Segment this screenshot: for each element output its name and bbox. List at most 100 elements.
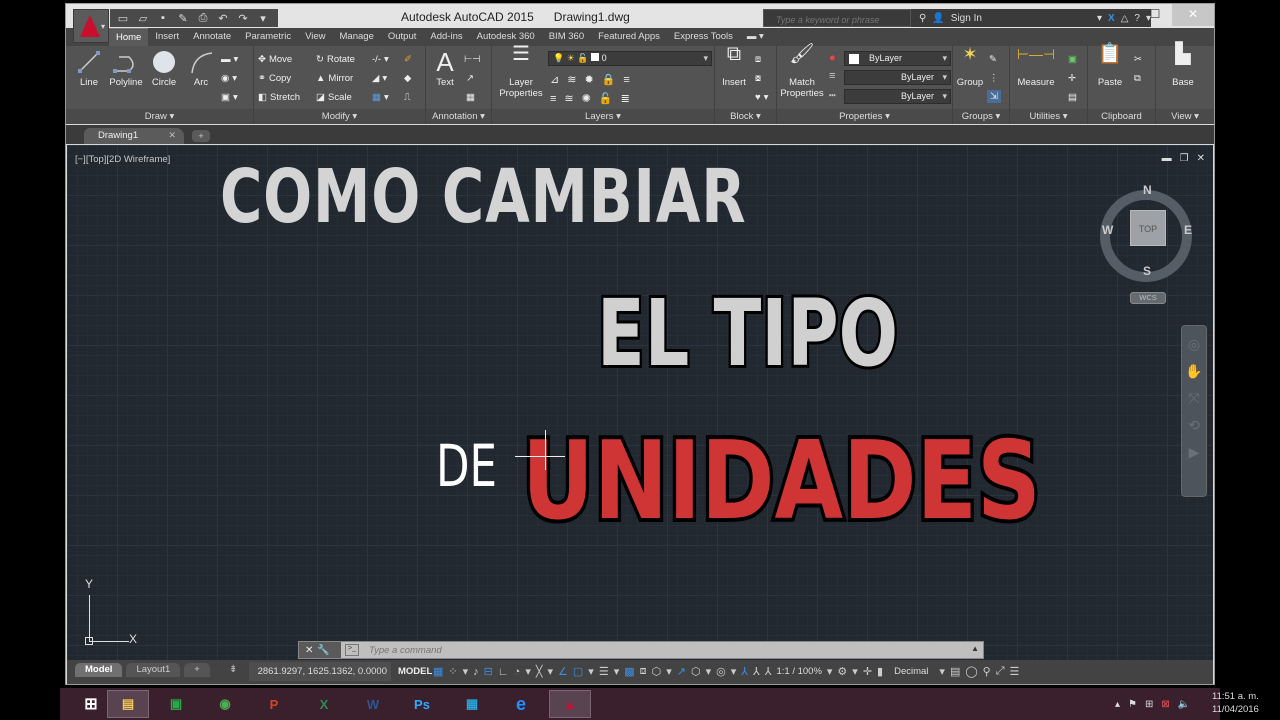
pan-icon[interactable]: ✋: [1182, 363, 1206, 380]
transparency-icon[interactable]: ▩: [624, 665, 634, 678]
object-snap-tracking-icon[interactable]: ∠: [558, 665, 568, 678]
recent-commands-icon[interactable]: >_: [345, 644, 359, 656]
tab-model[interactable]: Model: [75, 663, 123, 677]
layer-current-icon[interactable]: ≊: [564, 92, 573, 105]
calculator-button[interactable]: ▤: [1068, 92, 1077, 103]
maximize-button[interactable]: ☐: [1138, 4, 1172, 26]
annotation-monitor-icon[interactable]: ✛: [863, 665, 872, 678]
layer-dropdown[interactable]: 💡 ☀ 🔓 0: [548, 51, 712, 66]
hatch-button[interactable]: ◉ ▾: [221, 73, 237, 84]
viewport-controls-label[interactable]: [−][Top][2D Wireframe]: [75, 154, 170, 165]
block-attribute-button[interactable]: ♥ ▾: [755, 92, 768, 103]
taskbar-file-explorer[interactable]: ▤: [107, 690, 149, 718]
minimize-button[interactable]: —: [1104, 4, 1138, 26]
rectangle-button[interactable]: ▬ ▾: [221, 54, 238, 65]
layer-off-icon[interactable]: ⊿: [550, 73, 559, 86]
taskbar-internet-explorer[interactable]: e: [500, 690, 542, 718]
panel-title-view[interactable]: View ▾: [1156, 109, 1214, 124]
orbit-icon[interactable]: ⟲: [1182, 417, 1206, 434]
group-edit-button[interactable]: ⋮: [989, 73, 999, 84]
polyline-button[interactable]: Polyline: [106, 49, 146, 88]
tab-manage[interactable]: Manage: [333, 28, 381, 46]
infer-constraints-icon[interactable]: ♪: [473, 666, 479, 678]
circle-button[interactable]: Circle: [148, 49, 180, 88]
close-button[interactable]: ✕: [1172, 4, 1214, 26]
lineweight-toggle-icon[interactable]: ☰: [599, 665, 609, 678]
tab-output[interactable]: Output: [381, 28, 424, 46]
hardware-acceleration-icon[interactable]: ⚲: [983, 665, 991, 678]
open-icon[interactable]: ▱: [134, 12, 152, 25]
base-view-button[interactable]: ▙ Base: [1164, 44, 1202, 88]
linetype-dropdown[interactable]: ByLayer: [844, 70, 951, 85]
move-button[interactable]: ✥ Move: [258, 54, 292, 65]
3d-osnap-icon[interactable]: ⬡: [652, 665, 662, 678]
network-icon[interactable]: ⊠: [1161, 699, 1169, 710]
command-history-toggle-icon[interactable]: ▲: [971, 644, 979, 653]
taskbar-movies[interactable]: ▦: [451, 690, 493, 718]
new-tab-button[interactable]: +: [192, 130, 210, 142]
layer-match-icon[interactable]: ≋: [567, 73, 576, 86]
model-space-toggle[interactable]: MODEL: [394, 662, 436, 681]
compass-north[interactable]: N: [1143, 183, 1152, 197]
units-dropdown[interactable]: Decimal: [894, 666, 928, 677]
sign-in-button[interactable]: Sign In: [951, 13, 982, 24]
panel-title-block[interactable]: Block ▾: [715, 109, 776, 124]
line-button[interactable]: Line: [74, 49, 104, 88]
taskbar-store[interactable]: ▣: [155, 690, 197, 718]
annotation-scale-dropdown[interactable]: 1:1 / 100%: [776, 666, 821, 677]
color-dropdown[interactable]: ByLayer: [844, 51, 951, 66]
tray-expand-icon[interactable]: ▴: [1115, 699, 1120, 710]
boundary-button[interactable]: ▣ ▾: [221, 92, 238, 103]
lineweight-dropdown[interactable]: ByLayer: [844, 89, 951, 104]
panel-title-draw[interactable]: Draw ▾: [66, 109, 253, 124]
snap-dropdown-icon[interactable]: ▾: [463, 665, 469, 678]
layer-on-icon[interactable]: ≡: [550, 93, 556, 105]
steering-wheel-icon[interactable]: ◎: [1182, 336, 1206, 353]
tab-autodesk-360[interactable]: Autodesk 360: [470, 28, 542, 46]
selection-filter-icon[interactable]: ⬡: [691, 665, 701, 678]
panel-title-properties[interactable]: Properties ▾: [777, 109, 952, 124]
panel-title-layers[interactable]: Layers ▾: [492, 109, 714, 124]
workspace-dropdown-icon[interactable]: ▾: [852, 665, 858, 678]
ucs-menu-button[interactable]: WCS: [1130, 292, 1166, 304]
collapse-layout-tabs-icon[interactable]: ⇟: [229, 664, 237, 675]
dynamic-ucs-icon[interactable]: ↗: [677, 665, 686, 678]
mirror-button[interactable]: ▲ Mirror: [316, 73, 353, 84]
drawing-area[interactable]: [−][Top][2D Wireframe] ▬ ❐ ✕ COMO CAMBIA…: [67, 145, 1213, 660]
tab-featured-apps[interactable]: Featured Apps: [591, 28, 667, 46]
workspace-gear-icon[interactable]: ⚙: [837, 665, 847, 678]
table-button[interactable]: ▦: [466, 92, 475, 103]
paste-button[interactable]: 📋 Paste: [1092, 44, 1128, 88]
clean-screen-icon[interactable]: ⤢: [996, 665, 1005, 678]
polar-tracking-icon[interactable]: ◔: [514, 666, 521, 678]
create-block-button[interactable]: ⧈: [755, 54, 761, 65]
taskbar-clock[interactable]: 11:51 a. m. 11/04/2016: [1212, 690, 1259, 716]
layer-state-icon[interactable]: ≡: [623, 74, 629, 86]
start-button[interactable]: ⊞: [70, 690, 112, 718]
dynamic-input-icon[interactable]: ⊟: [484, 665, 493, 678]
osnap-dropdown-icon[interactable]: ▾: [588, 665, 594, 678]
selection-filter-dropdown-icon[interactable]: ▾: [706, 665, 712, 678]
text-button[interactable]: A Text: [430, 49, 460, 88]
offset-button[interactable]: ⎍: [404, 92, 411, 103]
3d-osnap-dropdown-icon[interactable]: ▾: [666, 665, 672, 678]
panel-title-modify[interactable]: Modify ▾: [254, 109, 425, 124]
measure-button[interactable]: ⊢—⊣ Measure: [1012, 47, 1060, 88]
taskbar-word[interactable]: W: [352, 690, 394, 718]
fillet-button[interactable]: ◢ ▾: [372, 73, 387, 84]
match-properties-button[interactable]: 🖌 Match Properties: [779, 44, 825, 99]
arc-button[interactable]: Arc: [186, 49, 216, 88]
coordinates-readout[interactable]: 2861.9297, 1625.1362, 0.0000: [249, 662, 391, 681]
tab-home[interactable]: Home: [109, 28, 149, 46]
layer-isolate-icon[interactable]: ✹: [584, 73, 593, 86]
tab-add-ins[interactable]: Add-ins: [423, 28, 469, 46]
panel-title-annotation[interactable]: Annotation ▾: [426, 109, 491, 124]
quick-properties-icon[interactable]: ▮: [877, 665, 883, 678]
customize-icon[interactable]: ▾: [254, 12, 272, 25]
file-tab-drawing1[interactable]: Drawing1 ✕: [84, 128, 184, 144]
id-point-button[interactable]: ✛: [1068, 73, 1076, 84]
object-snap-icon[interactable]: ▢: [573, 665, 583, 678]
scale-button[interactable]: ◪ Scale: [316, 92, 352, 103]
array-button[interactable]: ▦ ▾: [372, 92, 389, 103]
cut-button[interactable]: ✂: [1134, 54, 1142, 65]
